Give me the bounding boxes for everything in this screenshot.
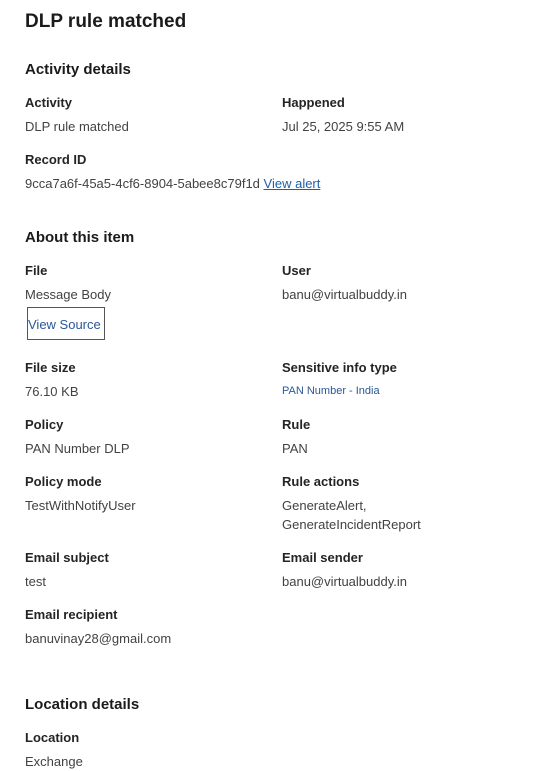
activity-value: DLP rule matched xyxy=(25,119,129,134)
record-id-value: 9cca7a6f-45a5-4cf6-8904-5abee8c79f1d xyxy=(25,176,260,191)
about-item-heading: About this item xyxy=(25,229,135,246)
sensitive-info-type-label: Sensitive info type xyxy=(282,360,397,375)
sensitive-info-type-link[interactable]: PAN Number - India xyxy=(282,382,380,400)
user-value: banu@virtualbuddy.in xyxy=(282,287,407,302)
file-value: Message Body xyxy=(25,287,111,302)
email-recipient-value: banuvinay28@gmail.com xyxy=(25,631,172,646)
policy-mode-value: TestWithNotifyUser xyxy=(25,498,136,513)
rule-label: Rule xyxy=(282,417,311,432)
view-alert-link[interactable]: View alert xyxy=(264,176,321,191)
policy-value: PAN Number DLP xyxy=(25,441,130,456)
rule-actions-label: Rule actions xyxy=(282,474,360,489)
email-sender-label: Email sender xyxy=(282,550,363,565)
file-label: File xyxy=(25,263,48,278)
view-source-button[interactable]: View Source xyxy=(27,307,105,340)
record-id-row: 9cca7a6f-45a5-4cf6-8904-5abee8c79f1d Vie… xyxy=(25,175,320,193)
activity-details-heading: Activity details xyxy=(25,61,131,78)
policy-label: Policy xyxy=(25,417,64,432)
happened-label: Happened xyxy=(282,95,345,110)
location-label: Location xyxy=(25,730,80,745)
rule-value: PAN xyxy=(282,441,308,456)
record-id-label: Record ID xyxy=(25,152,87,167)
email-sender-value: banu@virtualbuddy.in xyxy=(282,574,407,589)
file-size-value: 76.10 KB xyxy=(25,384,79,399)
policy-mode-label: Policy mode xyxy=(25,474,102,489)
rule-action-item: GenerateAlert, xyxy=(282,498,367,513)
user-label: User xyxy=(282,263,311,278)
file-size-label: File size xyxy=(25,360,76,375)
page-title: DLP rule matched xyxy=(25,11,187,32)
activity-label: Activity xyxy=(25,95,72,110)
email-recipient-label: Email recipient xyxy=(25,607,118,622)
location-value: Exchange xyxy=(25,754,83,769)
rule-action-item: GenerateIncidentReport xyxy=(282,517,421,532)
email-subject-value: test xyxy=(25,574,46,589)
location-details-heading: Location details xyxy=(25,696,140,713)
email-subject-label: Email subject xyxy=(25,550,109,565)
happened-value: Jul 25, 2025 9:55 AM xyxy=(282,119,405,134)
